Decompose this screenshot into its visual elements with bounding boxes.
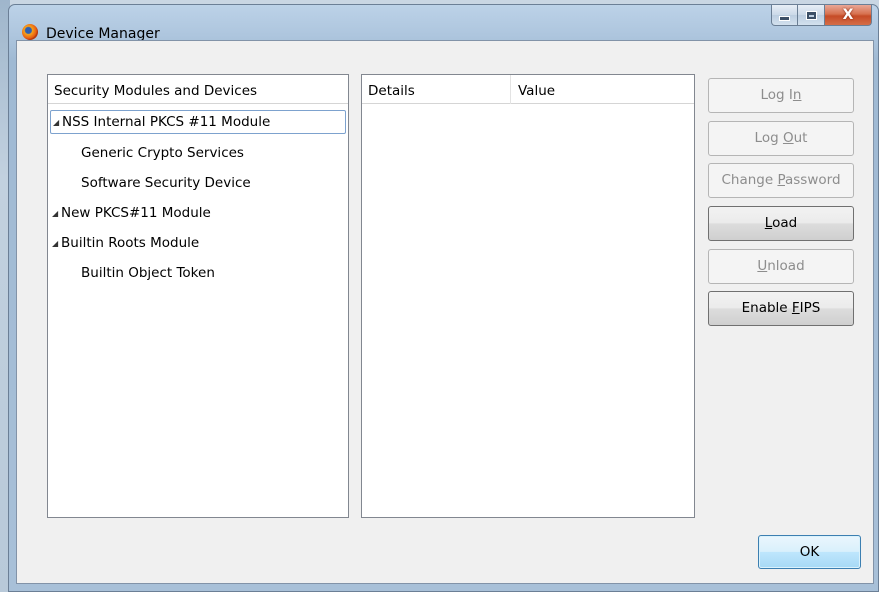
maximize-icon: [805, 10, 817, 20]
tree-item-software-security-device[interactable]: Software Security Device: [50, 171, 346, 195]
button-label: ut: [793, 130, 808, 146]
expand-triangle-icon[interactable]: ◢: [52, 232, 61, 256]
unload-button[interactable]: Unload: [708, 249, 854, 284]
dialog-client-area: Security Modules and Devices ◢ NSS Intern…: [16, 40, 874, 584]
log-out-button[interactable]: Log Out: [708, 121, 854, 156]
load-button[interactable]: Load: [708, 206, 854, 241]
expand-triangle-icon[interactable]: ◢: [52, 202, 61, 226]
title-bar[interactable]: Device Manager X: [9, 5, 878, 42]
button-label: nload: [767, 258, 805, 274]
tree-item-builtin-object-token[interactable]: Builtin Object Token: [50, 261, 346, 285]
maximize-button[interactable]: [798, 5, 825, 26]
minimize-button[interactable]: [771, 5, 798, 26]
column-separator[interactable]: [510, 75, 511, 104]
close-button[interactable]: X: [825, 5, 872, 26]
button-label: Log: [754, 130, 783, 146]
access-key: O: [782, 130, 794, 146]
button-label: Enable: [741, 300, 792, 316]
tree-header-label: Security Modules and Devices: [54, 83, 258, 99]
security-modules-tree[interactable]: Security Modules and Devices ◢ NSS Intern…: [47, 74, 349, 518]
close-icon: X: [842, 7, 854, 23]
tree-item-new-pkcs11-module[interactable]: ◢ New PKCS#11 Module: [50, 201, 346, 225]
tree-item-label: Software Security Device: [81, 175, 251, 191]
column-header-details[interactable]: Details: [368, 83, 415, 99]
tree-item-builtin-roots-module[interactable]: ◢ Builtin Roots Module: [50, 231, 346, 255]
expand-triangle-icon[interactable]: ◢: [53, 112, 62, 134]
log-in-button[interactable]: Log In: [708, 78, 854, 113]
ok-button[interactable]: OK: [758, 535, 861, 569]
button-label: IPS: [799, 300, 821, 316]
access-key: U: [757, 258, 768, 274]
button-label: Log I: [760, 87, 793, 103]
tree-item-generic-crypto-services[interactable]: Generic Crypto Services: [50, 141, 346, 165]
access-key: F: [791, 300, 800, 316]
details-column-header: Details Value: [362, 75, 694, 104]
tree-item-label: Builtin Object Token: [81, 265, 215, 281]
column-header-value[interactable]: Value: [518, 83, 555, 99]
enable-fips-button[interactable]: Enable FIPS: [708, 291, 854, 326]
tree-item-label: Builtin Roots Module: [61, 235, 200, 251]
tree-item-label: Generic Crypto Services: [81, 145, 244, 161]
minimize-icon: [779, 15, 790, 21]
button-label: assword: [785, 172, 841, 188]
firefox-icon: [22, 24, 38, 40]
window-controls: X: [771, 5, 872, 27]
tree-item-nss-internal-module[interactable]: ◢ NSS Internal PKCS #11 Module: [50, 110, 346, 134]
tree-column-header[interactable]: Security Modules and Devices: [48, 75, 348, 104]
button-label: Change: [721, 172, 778, 188]
access-key: n: [792, 87, 802, 103]
device-manager-window: Device Manager X Security Modules and De…: [8, 4, 879, 592]
access-key: P: [777, 172, 785, 188]
access-key: L: [764, 215, 773, 231]
details-table[interactable]: Details Value: [361, 74, 695, 518]
tree-item-label: NSS Internal PKCS #11 Module: [62, 114, 271, 130]
button-label: oad: [772, 215, 798, 231]
tree-item-label: New PKCS#11 Module: [61, 205, 211, 221]
change-password-button[interactable]: Change Password: [708, 163, 854, 198]
